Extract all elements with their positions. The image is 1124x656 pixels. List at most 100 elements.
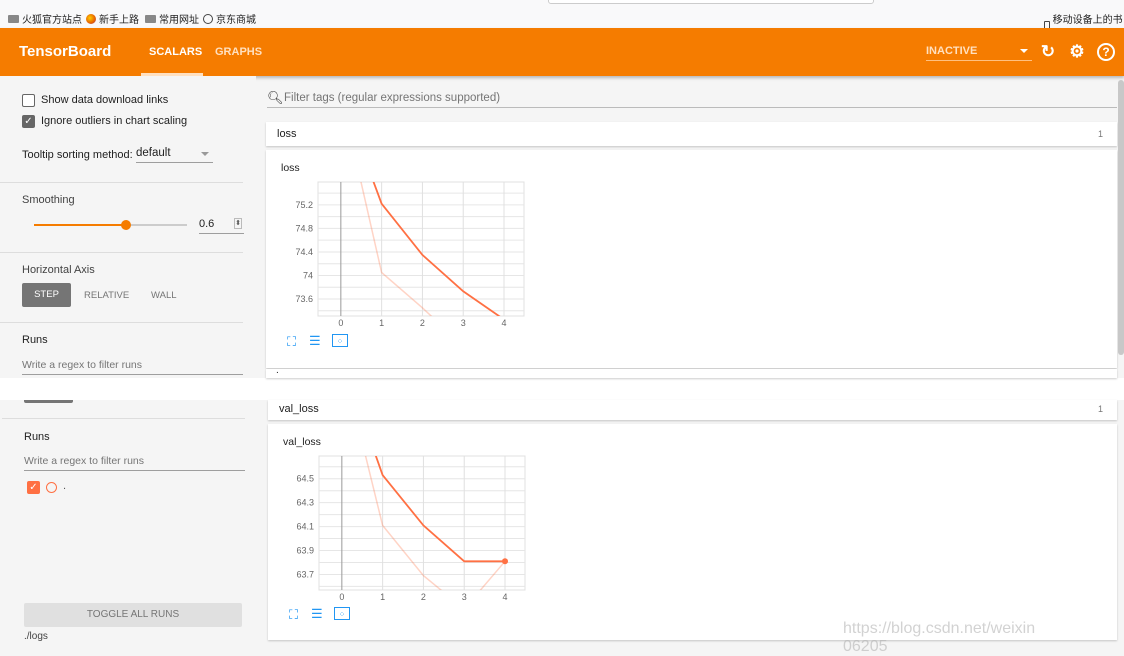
fullscreen-icon[interactable]: ⛶ [287,335,296,348]
logdir-label: ./logs [24,631,48,642]
tooltip-sorting-label: Tooltip sorting method: [22,149,133,161]
category-header-loss[interactable]: loss 1 [266,122,1117,146]
chevron-down-icon [201,152,209,156]
help-icon[interactable]: ? [1097,43,1115,61]
run-selector-value: INACTIVE [926,45,978,57]
fullscreen-icon[interactable]: ⛶ [289,608,298,621]
app-title: TensorBoard [19,43,112,60]
x-tick-label: 2 [421,592,426,602]
axis-step-button[interactable]: STEP [22,283,71,307]
search-icon: 🔍︎ [267,90,284,105]
sidebar: Show data download links ✓ Ignore outlie… [0,76,256,378]
ignore-outliers-checkbox[interactable]: ✓ [22,115,35,128]
y-tick-label: 73.6 [295,294,313,304]
divider [0,252,243,253]
category-header-partial: . [266,365,1117,378]
category-header-val-loss[interactable]: val_loss 1 [268,400,1117,420]
refresh-icon[interactable]: ↻ [1039,43,1057,61]
plot-border [317,181,525,317]
bookmark-item[interactable]: 常用网址 [145,11,199,26]
folder-icon [8,14,19,23]
chevron-down-icon [1020,49,1028,53]
toggle-all-runs-button[interactable]: TOGGLE ALL RUNS [24,603,242,627]
divider [0,322,243,323]
runs-filter-input[interactable]: Write a regex to filter runs [24,455,245,471]
show-download-links-checkbox[interactable] [22,94,35,107]
bookmark-label: 京东商城 [216,15,256,26]
firefox-icon [86,13,96,24]
x-tick-label: 0 [338,318,343,328]
x-tick-label: 4 [503,592,508,602]
ignore-outliers-label: Ignore outliers in chart scaling [41,115,188,127]
bookmark-label: 新手上路 [99,15,139,26]
x-tick-label: 2 [420,318,425,328]
folder-icon [145,14,156,23]
y-tick-label: 74 [303,270,313,280]
y-tick-label: 74.4 [295,247,313,257]
spinner-icon[interactable]: ⬍ [234,218,242,229]
run-checkbox[interactable]: ✓ [27,481,40,494]
bookmark-item[interactable]: 火狐官方站点 [8,11,82,26]
divider [0,182,243,183]
bookmark-item[interactable]: 新手上路 [86,11,139,26]
bookmark-label: 常用网址 [159,15,199,26]
url-bar[interactable] [548,0,874,4]
run-name: . [63,480,67,492]
runs-label: Runs [24,431,50,443]
run-color-circle-icon[interactable] [46,482,57,493]
x-tick-label: 1 [379,318,384,328]
runs-filter-input[interactable]: Write a regex to filter runs [22,359,243,375]
screenshot-seam [0,378,1124,400]
tab-graphs[interactable]: GRAPHS [215,46,262,58]
smoothing-input[interactable]: 0.6 ⬍ [199,218,244,234]
sidebar: Runs Write a regex to filter runs ✓ . TO… [0,400,256,648]
tab-scalars[interactable]: SCALARS [149,46,202,58]
globe-icon [203,13,213,24]
bookmark-label: 火狐官方站点 [22,15,82,26]
horizontal-axis-label: Horizontal Axis [22,264,95,276]
y-tick-label: 74.8 [295,223,313,233]
smoothing-slider-thumb[interactable] [120,220,131,230]
divider [2,418,245,419]
category-name: . [276,365,279,376]
watermark: https://blog.csdn.net/weixin06205 [843,620,1124,656]
run-selector-dropdown[interactable]: INACTIVE [926,45,1032,61]
smoothing-value: 0.6 [199,218,215,230]
bookmark-item[interactable]: 京东商城 [203,11,256,26]
smoothing-label: Smoothing [22,194,75,206]
val-loss-chart[interactable]: 63.7 63.9 64.1 64.3 64.5 0 1 2 3 4 [281,449,531,609]
tooltip-sorting-dropdown[interactable]: default [136,147,213,163]
watermark-text: 06205 [843,638,888,655]
category-count: 1 [1097,129,1103,139]
show-download-links-label: Show data download links [41,94,169,106]
category-count: 1 [1097,404,1103,414]
x-tick-label: 0 [339,592,344,602]
chart-title: loss [281,162,300,174]
y-tick-label: 64.5 [296,474,314,484]
x-tick-label: 1 [380,592,385,602]
smoothing-slider[interactable] [34,220,187,230]
y-tick-label: 64.3 [296,498,314,508]
y-tick-label: 75.2 [295,200,313,210]
axis-wall-button[interactable]: WALL [151,290,177,301]
axis-relative-button[interactable]: RELATIVE [84,290,129,301]
app-header: TensorBoard SCALARS GRAPHS INACTIVE ↻ ⚙ … [0,28,1124,76]
tag-filter-input[interactable]: 🔍︎ Filter tags (regular expressions supp… [267,90,1117,108]
x-tick-label: 3 [461,318,466,328]
tag-filter-placeholder: Filter tags (regular expressions support… [284,92,501,104]
category-name: val_loss [279,403,319,415]
chart-title: val_loss [283,436,321,448]
scrollbar[interactable] [1118,80,1124,355]
smoothing-slider-fill [34,224,126,226]
settings-icon[interactable]: ⚙ [1068,43,1086,61]
loss-chart[interactable]: 73.6 74 74.4 74.8 75.2 0 1 2 3 4 [280,175,530,335]
y-tick-label: 63.7 [296,569,314,579]
list-icon[interactable]: ☰ [309,334,321,347]
fit-domain-icon[interactable]: ⁘ [332,334,348,347]
x-tick-label: 3 [462,592,467,602]
runs-label: Runs [22,334,48,346]
x-tick-label: 4 [502,318,507,328]
y-tick-label: 64.1 [296,522,314,532]
axis-step-button[interactable] [24,400,73,403]
y-tick-label: 63.9 [296,546,314,556]
